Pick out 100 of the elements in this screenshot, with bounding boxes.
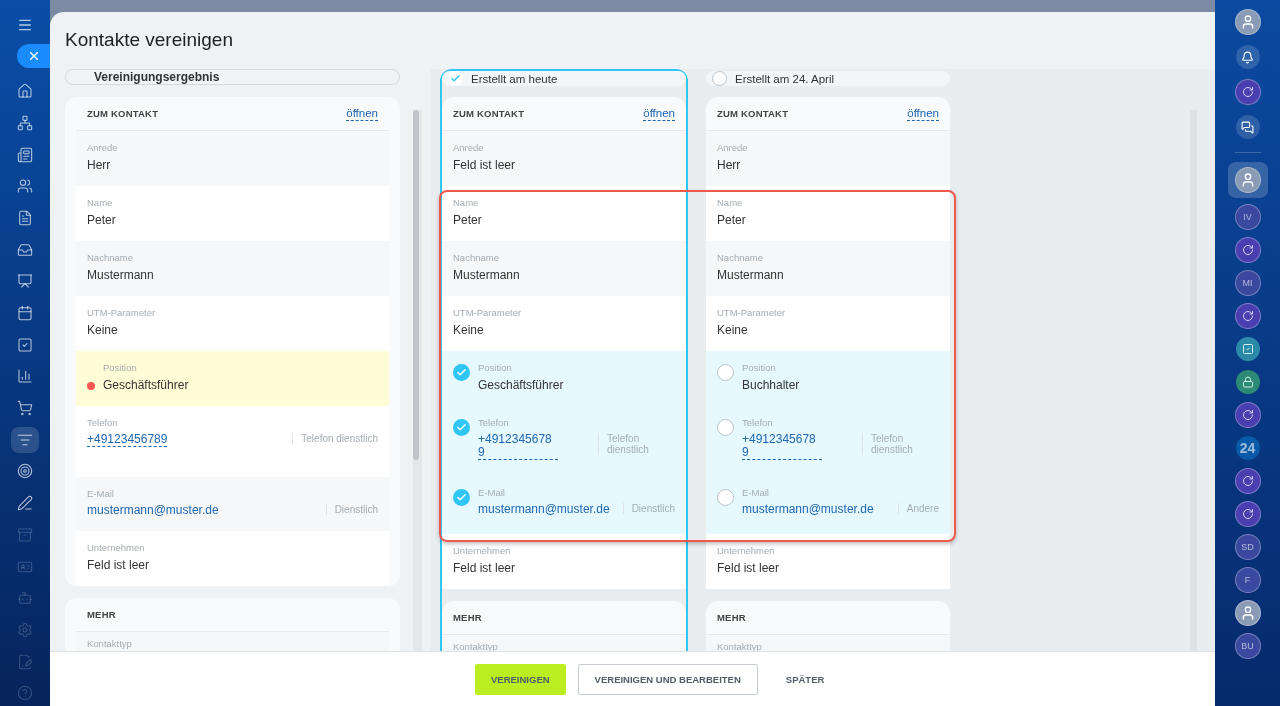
field-label: Nachname [87, 252, 134, 263]
email-link[interactable]: mustermann@muster.de [87, 504, 219, 517]
field-value: Keine [717, 323, 749, 337]
field-checkbox[interactable] [717, 489, 734, 506]
field-value: Feld ist leer [453, 158, 517, 172]
field-label: Anrede [87, 142, 119, 153]
scrollbar[interactable] [413, 110, 422, 651]
field-checkbox[interactable] [717, 419, 734, 436]
field-label: UTM-Parameter [87, 307, 157, 318]
bell-icon[interactable] [1235, 45, 1260, 69]
open-link[interactable]: öffnen [346, 106, 378, 121]
section-heading: MEHR [717, 612, 746, 623]
field-value: Mustermann [717, 268, 785, 282]
candidate-radio[interactable] [448, 71, 463, 86]
close-button[interactable] [17, 43, 50, 69]
field-value: Keine [87, 323, 119, 337]
chat-icon[interactable] [1235, 115, 1260, 139]
scrollbar[interactable] [1190, 110, 1197, 651]
section-heading: ZUM KONTAKT [717, 108, 789, 119]
field-value: Feld ist leer [87, 558, 151, 572]
result-tab[interactable]: Vereinigungsergebnis [65, 69, 400, 85]
open-link[interactable]: öffnen [907, 106, 939, 121]
candidate-label: Erstellt am heute [471, 72, 558, 85]
field-label: Unternehmen [717, 545, 776, 556]
filter-icon[interactable] [11, 426, 39, 453]
phone-link[interactable]: +49123456789 [478, 433, 558, 460]
check-icon [456, 492, 467, 503]
user-initials[interactable]: SD [1234, 534, 1261, 560]
phone-link[interactable]: +49123456789 [87, 433, 168, 447]
field-label: Unternehmen [87, 542, 146, 553]
field-label: Anrede [453, 142, 485, 153]
user-avatar[interactable] [1234, 9, 1261, 35]
user-initials[interactable]: F [1234, 567, 1261, 593]
field-value: Buchhalter [742, 378, 801, 392]
field-label: E-Mail [742, 487, 770, 498]
phone-type: Telefon dienstlich [598, 433, 675, 455]
merge-edit-button[interactable]: VEREINIGEN UND BEARBEITEN [577, 663, 758, 695]
field-label: Nachname [453, 252, 500, 263]
checkbox-icon[interactable] [1235, 337, 1260, 361]
field-label: Position [478, 362, 513, 373]
candidate-header[interactable]: Erstellt am heute [442, 71, 686, 86]
field-checkbox[interactable] [453, 419, 470, 436]
merge-button[interactable]: VEREINIGEN [475, 663, 566, 695]
candidate-radio[interactable] [712, 71, 727, 86]
field-label: Name [87, 197, 114, 208]
field-value: Keine [453, 323, 485, 337]
section-heading: ZUM KONTAKT [453, 108, 525, 119]
field-label: Name [453, 197, 480, 208]
field-value: Peter [717, 213, 747, 227]
email-link[interactable]: mustermann@muster.de [742, 503, 874, 516]
section-heading: MEHR [87, 609, 116, 620]
phone-link[interactable]: +49123456789 [742, 433, 822, 460]
field-value: Mustermann [87, 268, 155, 282]
field-value: Geschäftsführer [103, 378, 190, 392]
field-label: Name [717, 197, 744, 208]
check-icon [450, 73, 461, 84]
field-label: Nachname [717, 252, 764, 263]
check-icon [456, 367, 467, 378]
field-label: UTM-Parameter [453, 307, 523, 318]
field-checkbox[interactable] [453, 364, 470, 381]
user-initials[interactable]: MI [1234, 270, 1261, 296]
lock-icon[interactable] [1235, 370, 1260, 394]
field-value: Feld ist leer [453, 561, 517, 575]
field-label: Telefon [742, 417, 774, 428]
dialog-title: Kontakte vereinigen [64, 28, 234, 52]
section-heading: MEHR [453, 612, 482, 623]
phone-type: Telefon dienstlich [292, 433, 378, 444]
field-checkbox[interactable] [453, 489, 470, 506]
field-label: UTM-Parameter [717, 307, 787, 318]
section-heading: ZUM KONTAKT [87, 108, 159, 119]
field-value: Geschäftsführer [478, 378, 565, 392]
email-type: Dienstlich [622, 503, 675, 514]
check-icon [456, 422, 467, 433]
candidate-label: Erstellt am 24. April [735, 72, 835, 85]
user-avatar[interactable] [1234, 600, 1261, 626]
field-checkbox[interactable] [717, 364, 734, 381]
field-label: Telefon [87, 417, 119, 428]
field-value: Mustermann [453, 268, 521, 282]
field-label: E-Mail [478, 487, 506, 498]
field-value: Peter [87, 213, 117, 227]
field-label: Position [742, 362, 777, 373]
user-avatar[interactable] [1234, 167, 1261, 193]
field-label: Anrede [717, 142, 749, 153]
field-label: E-Mail [87, 488, 115, 499]
field-label: Telefon [478, 417, 510, 428]
field-label: Position [103, 362, 138, 373]
email-type: Andere [897, 503, 939, 514]
open-link[interactable]: öffnen [643, 106, 675, 121]
field-value: Herr [87, 158, 112, 172]
email-link[interactable]: mustermann@muster.de [478, 503, 610, 516]
candidate-header[interactable]: Erstellt am 24. April [706, 71, 950, 86]
user-initials[interactable]: BU [1234, 633, 1261, 659]
field-label: Unternehmen [453, 545, 512, 556]
chat-badge[interactable]: 24 [1235, 436, 1260, 460]
phone-type: Telefon dienstlich [862, 433, 939, 455]
field-value: Peter [453, 213, 483, 227]
field-label: Kontakttyp [87, 638, 133, 649]
user-initials[interactable]: IV [1234, 204, 1261, 230]
field-value: Feld ist leer [717, 561, 781, 575]
email-type: Dienstlich [325, 504, 378, 515]
